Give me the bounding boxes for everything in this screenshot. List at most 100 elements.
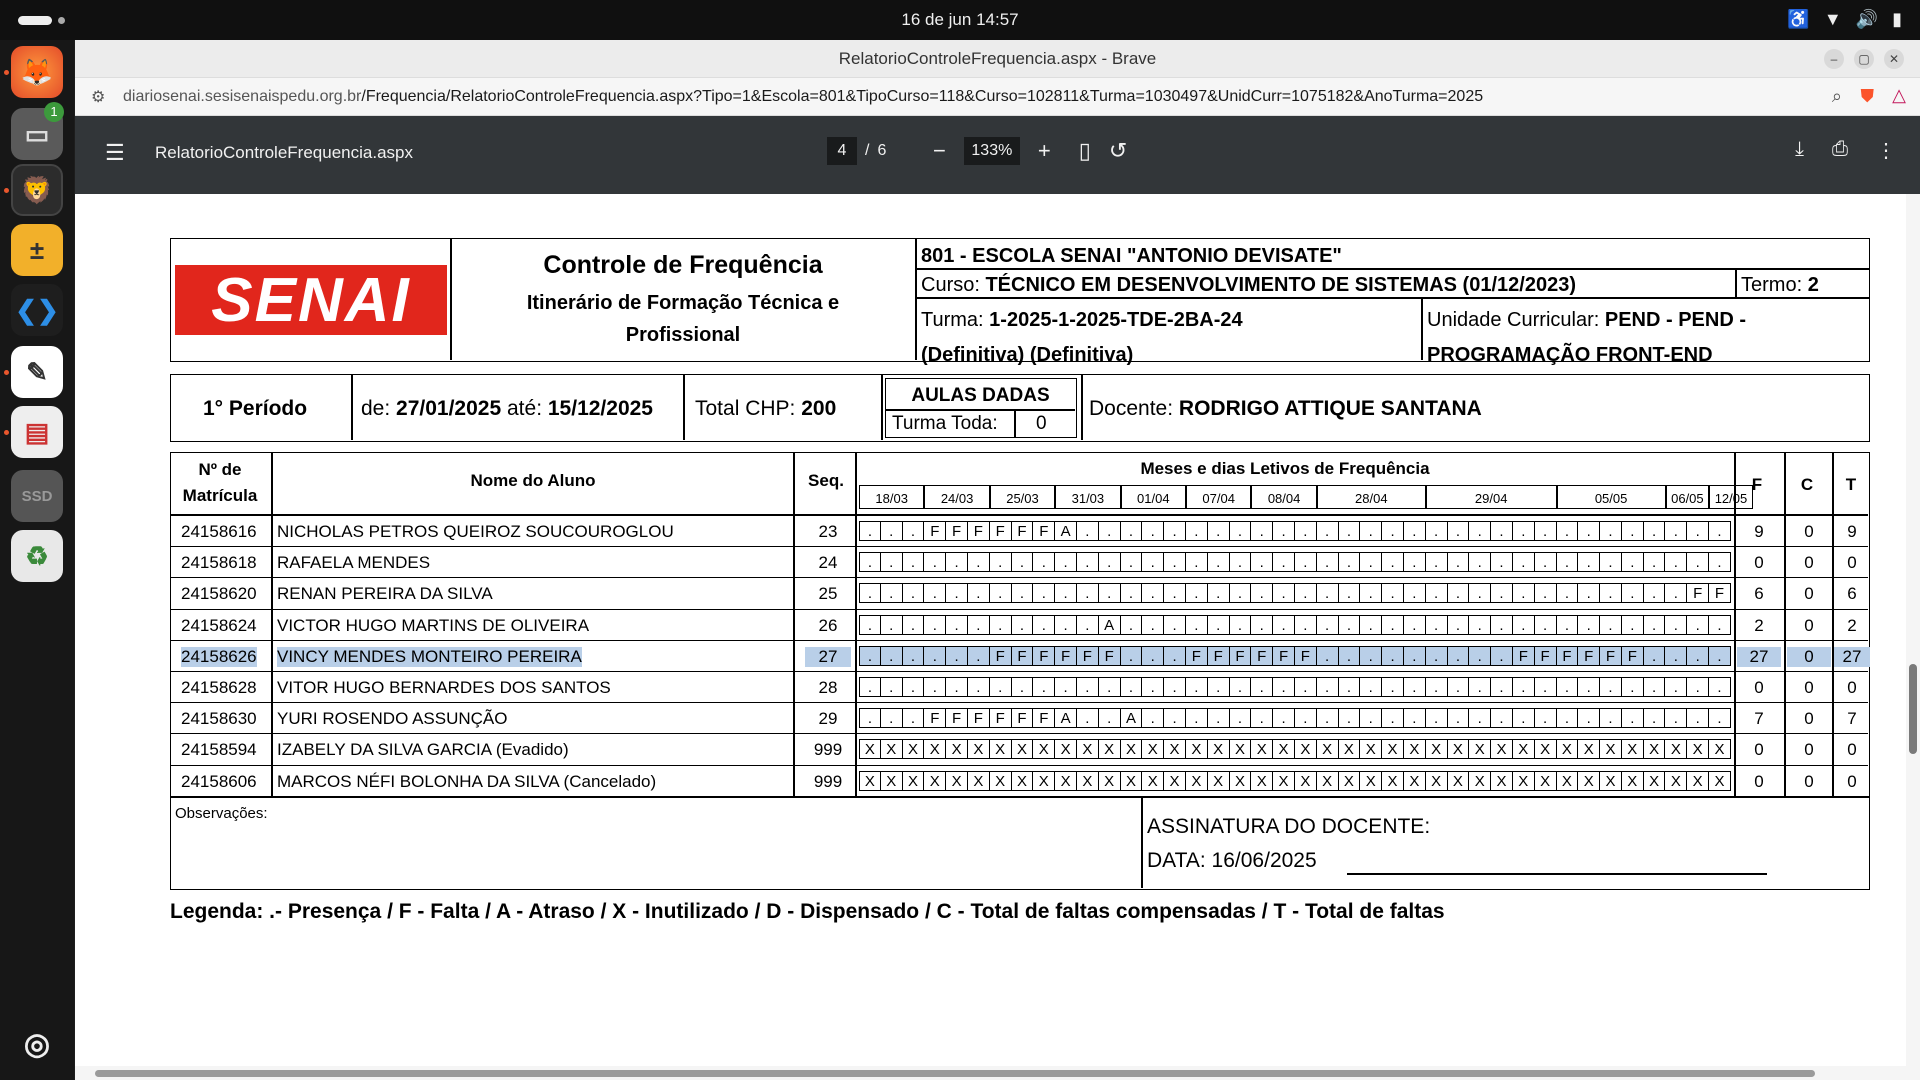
- trash-icon[interactable]: ♻: [11, 530, 63, 582]
- attendance-mark: .: [880, 552, 903, 573]
- text-editor-icon[interactable]: ✎: [11, 346, 63, 398]
- attendance-mark: .: [1120, 645, 1143, 666]
- attendance-mark: X: [1687, 770, 1710, 791]
- system-tray[interactable]: ♿ ▼ 🔊 ▮: [1787, 9, 1902, 30]
- compensadas-cell: 0: [1787, 646, 1831, 667]
- attendance-mark: .: [1491, 614, 1513, 635]
- attendance-mark: X: [1687, 739, 1710, 760]
- attendance-mark: X: [946, 770, 968, 791]
- zoom-controls: − 133% + ▯ ↺: [933, 137, 1127, 165]
- attendance-mark: .: [1665, 552, 1688, 573]
- show-apps-icon[interactable]: ◎: [11, 1018, 63, 1070]
- ssd-drive-icon[interactable]: SSD: [11, 470, 63, 522]
- compensadas-cell: 0: [1804, 771, 1814, 791]
- attendance-marks: ........................................: [859, 677, 1731, 697]
- attendance-mark: .: [1709, 708, 1731, 729]
- attendance-mark: .: [1185, 552, 1208, 573]
- attendance-mark: .: [1578, 677, 1601, 697]
- attendance-mark: .: [1469, 645, 1492, 666]
- brave-rewards-icon[interactable]: △: [1892, 85, 1906, 106]
- vscode-icon[interactable]: ❮❯: [11, 284, 63, 336]
- attendance-mark: X: [1665, 739, 1688, 760]
- attendance-mark: .: [1251, 583, 1274, 604]
- horizontal-scroll-thumb[interactable]: [95, 1070, 1815, 1077]
- calculator-icon[interactable]: ±: [11, 224, 63, 276]
- termo-field: Termo: 2: [1741, 274, 1819, 296]
- date-header-cell: 24/03: [924, 485, 990, 509]
- total-pages: 6: [877, 142, 887, 159]
- url-path: /Frequencia/RelatorioControleFrequencia.…: [361, 88, 1484, 105]
- fit-page-icon[interactable]: ▯: [1079, 138, 1091, 164]
- zoom-out-button[interactable]: −: [933, 138, 946, 164]
- student-name-cell: VINCY MENDES MONTEIRO PEREIRA: [277, 646, 582, 667]
- attendance-mark: .: [859, 614, 881, 635]
- seq-cell: 24: [818, 553, 838, 573]
- accessibility-icon[interactable]: ♿: [1787, 9, 1809, 30]
- attendance-mark: .: [967, 645, 990, 666]
- pdf-viewer[interactable]: SENAI Controle de Frequência Itinerário …: [75, 194, 1920, 1080]
- attendance-mark: .: [1556, 521, 1579, 541]
- seq-cell: 29: [818, 709, 838, 729]
- attendance-mark: X: [1512, 770, 1535, 791]
- attendance-mark: .: [1403, 677, 1426, 697]
- vertical-scroll-thumb[interactable]: [1909, 664, 1917, 754]
- attendance-mark: .: [1360, 552, 1383, 573]
- attendance-mark: .: [1491, 521, 1513, 541]
- download-icon[interactable]: ⤓: [1795, 138, 1804, 163]
- page-input[interactable]: 4: [827, 137, 857, 165]
- zoom-icon[interactable]: ⌕: [1832, 86, 1842, 107]
- attendance-mark: .: [1469, 708, 1492, 729]
- attendance-mark: .: [1556, 614, 1579, 635]
- attendance-mark: F: [967, 521, 990, 541]
- compensadas-cell: 0: [1804, 678, 1814, 697]
- dock: 🦊 ▭ 1 🦁 ± ❮❯ ✎ ▤ SSD ♻ ◎: [0, 40, 74, 1080]
- url-text[interactable]: diariosenai.sesisenaispedu.org.br/Freque…: [123, 88, 1483, 106]
- data-label: DATA: 16/06/2025: [1147, 849, 1317, 872]
- zoom-level-input[interactable]: 133%: [963, 137, 1020, 165]
- attendance-mark: .: [1098, 552, 1121, 573]
- brave-browser-icon[interactable]: 🦁: [11, 164, 63, 216]
- window-titlebar[interactable]: RelatorioControleFrequencia.aspx - Brave…: [75, 40, 1920, 78]
- attendance-mark: .: [1098, 583, 1121, 604]
- battery-icon[interactable]: ▮: [1892, 9, 1902, 30]
- attendance-mark: F: [1273, 645, 1295, 666]
- attendance-mark: .: [1447, 552, 1470, 573]
- site-settings-icon[interactable]: ⚙: [91, 87, 105, 107]
- clock[interactable]: 16 de jun 14:57: [0, 10, 1920, 30]
- attendance-mark: .: [1512, 583, 1535, 604]
- attendance-mark: .: [1403, 583, 1426, 604]
- attendance-mark: X: [1643, 770, 1666, 791]
- volume-icon[interactable]: 🔊: [1856, 9, 1878, 30]
- maximize-button[interactable]: ▢: [1854, 49, 1874, 69]
- wifi-icon[interactable]: ▼: [1824, 9, 1842, 30]
- attendance-mark: X: [1338, 739, 1361, 760]
- attendance-mark: .: [1251, 614, 1274, 635]
- address-bar[interactable]: ⚙ diariosenai.sesisenaispedu.org.br/Freq…: [75, 78, 1920, 116]
- horizontal-scrollbar[interactable]: [75, 1066, 1906, 1080]
- vertical-scrollbar[interactable]: [1906, 194, 1920, 1080]
- brave-shields-icon[interactable]: ⛊: [1861, 86, 1875, 107]
- attendance-mark: .: [1076, 708, 1099, 729]
- attendance-mark: .: [1403, 521, 1426, 541]
- student-row: 24158618 RAFAELA MENDES 24................…: [171, 546, 1868, 577]
- attendance-mark: X: [880, 770, 903, 791]
- attendance-mark: X: [1491, 739, 1513, 760]
- attendance-mark: .: [1316, 583, 1339, 604]
- attendance-mark: X: [967, 739, 990, 760]
- attendance-mark: .: [1273, 521, 1295, 541]
- minimize-button[interactable]: –: [1824, 49, 1844, 69]
- attendance-mark: .: [946, 552, 968, 573]
- page-separator: /: [865, 142, 870, 159]
- more-options-icon[interactable]: ⋮: [1876, 138, 1896, 163]
- attendance-mark: .: [924, 645, 947, 666]
- matricula-cell: 24158618: [181, 553, 257, 573]
- document-viewer-icon[interactable]: ▤: [11, 406, 63, 458]
- attendance-mark: F: [924, 708, 947, 729]
- close-button[interactable]: ✕: [1884, 49, 1904, 69]
- firefox-icon[interactable]: 🦊: [11, 46, 63, 98]
- zoom-in-button[interactable]: +: [1038, 138, 1051, 164]
- print-icon[interactable]: ⎙: [1832, 138, 1848, 163]
- menu-icon[interactable]: ☰: [105, 140, 125, 166]
- attendance-mark: .: [1207, 521, 1230, 541]
- rotate-icon[interactable]: ↺: [1109, 138, 1127, 164]
